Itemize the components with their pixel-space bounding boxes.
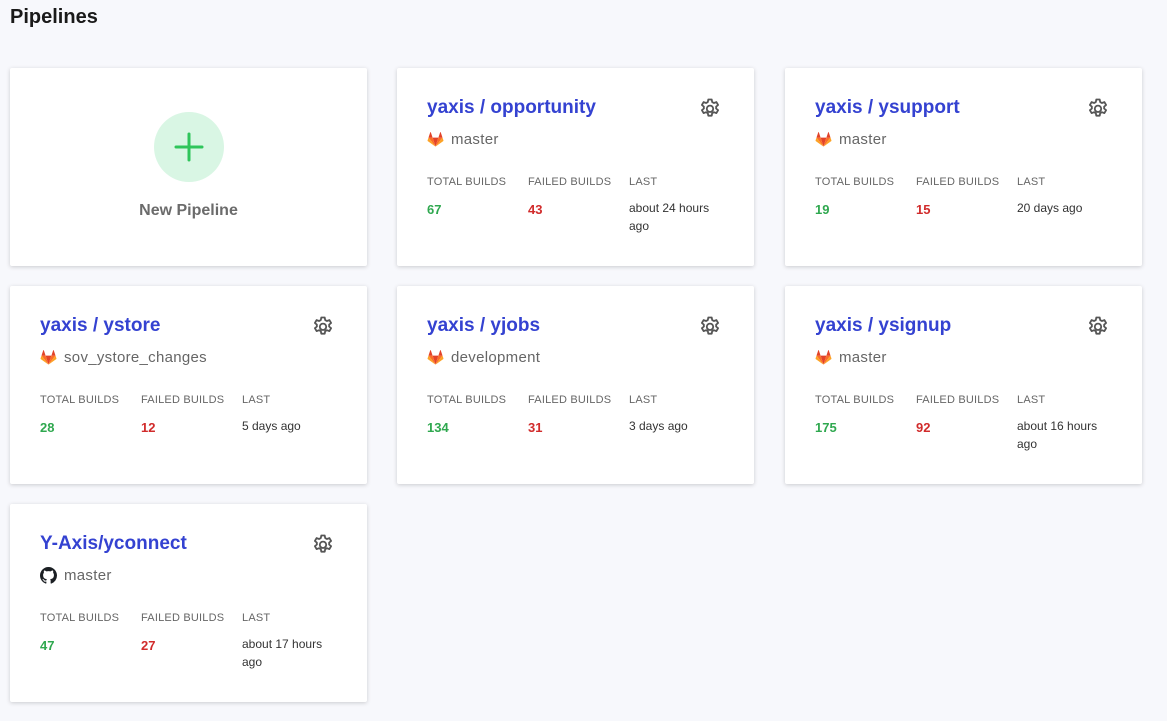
last-build-time: 20 days ago bbox=[1017, 201, 1083, 215]
pipeline-card-ysignup: yaxis / ysignup master TOTAL BUILDS FAIL… bbox=[785, 286, 1142, 484]
page-title: Pipelines bbox=[10, 6, 98, 28]
pipeline-title-link[interactable]: yaxis / opportunity bbox=[427, 97, 596, 119]
github-icon bbox=[40, 567, 57, 584]
new-pipeline-label[interactable]: New Pipeline bbox=[10, 202, 367, 220]
total-builds-label: TOTAL BUILDS bbox=[815, 394, 895, 406]
last-label: LAST bbox=[1017, 394, 1046, 406]
branch-name: master bbox=[64, 567, 112, 584]
total-builds-label: TOTAL BUILDS bbox=[427, 176, 507, 188]
pipeline-title-link[interactable]: yaxis / ysignup bbox=[815, 315, 951, 337]
pipeline-title-link[interactable]: yaxis / ysupport bbox=[815, 97, 960, 119]
total-builds-label: TOTAL BUILDS bbox=[427, 394, 507, 406]
gitlab-icon bbox=[427, 349, 444, 366]
pipeline-card-ysupport: yaxis / ysupport master TOTAL BUILDS FAI… bbox=[785, 68, 1142, 266]
gear-icon[interactable] bbox=[1086, 315, 1110, 339]
last-build-time: about 16 hours ago bbox=[1017, 419, 1098, 451]
last-build-time: about 24 hours ago bbox=[629, 201, 710, 233]
total-builds-label: TOTAL BUILDS bbox=[40, 394, 120, 406]
failed-builds-label: FAILED BUILDS bbox=[528, 176, 612, 188]
branch-name: master bbox=[839, 349, 887, 366]
total-builds-value: 67 bbox=[427, 202, 442, 217]
branch-row: development bbox=[427, 349, 540, 366]
gitlab-icon bbox=[427, 131, 444, 148]
pipeline-card-yjobs: yaxis / yjobs development TOTAL BUILDS F… bbox=[397, 286, 754, 484]
gear-icon[interactable] bbox=[311, 315, 335, 339]
failed-builds-label: FAILED BUILDS bbox=[916, 394, 1000, 406]
failed-builds-label: FAILED BUILDS bbox=[141, 612, 225, 624]
last-build-time: 3 days ago bbox=[629, 419, 688, 433]
total-builds-value: 28 bbox=[40, 420, 55, 435]
gear-icon[interactable] bbox=[1086, 97, 1110, 121]
branch-row: master bbox=[427, 131, 499, 148]
last-label: LAST bbox=[629, 394, 658, 406]
gear-icon[interactable] bbox=[311, 533, 335, 557]
pipeline-title-link[interactable]: yaxis / yjobs bbox=[427, 315, 540, 337]
failed-builds-label: FAILED BUILDS bbox=[141, 394, 225, 406]
branch-row: sov_ystore_changes bbox=[40, 349, 207, 366]
failed-builds-value: 12 bbox=[141, 420, 156, 435]
failed-builds-value: 43 bbox=[528, 202, 543, 217]
gitlab-icon bbox=[815, 131, 832, 148]
failed-builds-value: 15 bbox=[916, 202, 931, 217]
total-builds-value: 175 bbox=[815, 420, 837, 435]
branch-name: development bbox=[451, 349, 541, 366]
gitlab-icon bbox=[40, 349, 57, 366]
pipeline-title-link[interactable]: Y-Axis/yconnect bbox=[40, 533, 187, 555]
total-builds-label: TOTAL BUILDS bbox=[40, 612, 120, 624]
branch-name: master bbox=[451, 131, 499, 148]
pipeline-card-ystore: yaxis / ystore sov_ystore_changes TOTAL … bbox=[10, 286, 367, 484]
last-label: LAST bbox=[242, 394, 271, 406]
branch-row: master bbox=[815, 349, 887, 366]
gear-icon[interactable] bbox=[698, 97, 722, 121]
plus-icon[interactable] bbox=[154, 112, 224, 182]
total-builds-value: 19 bbox=[815, 202, 830, 217]
branch-name: sov_ystore_changes bbox=[64, 349, 207, 366]
gitlab-icon bbox=[815, 349, 832, 366]
failed-builds-label: FAILED BUILDS bbox=[916, 176, 1000, 188]
pipelines-page: Pipelines New Pipeline yaxis / opportuni… bbox=[0, 0, 1167, 721]
failed-builds-label: FAILED BUILDS bbox=[528, 394, 612, 406]
pipeline-title-link[interactable]: yaxis / ystore bbox=[40, 315, 160, 337]
failed-builds-value: 27 bbox=[141, 638, 156, 653]
branch-row: master bbox=[40, 567, 112, 584]
branch-row: master bbox=[815, 131, 887, 148]
total-builds-value: 134 bbox=[427, 420, 449, 435]
new-pipeline-card[interactable]: New Pipeline bbox=[10, 68, 367, 266]
gear-icon[interactable] bbox=[698, 315, 722, 339]
last-label: LAST bbox=[242, 612, 271, 624]
last-build-time: about 17 hours ago bbox=[242, 637, 323, 669]
last-label: LAST bbox=[629, 176, 658, 188]
last-label: LAST bbox=[1017, 176, 1046, 188]
failed-builds-value: 31 bbox=[528, 420, 543, 435]
last-build-time: 5 days ago bbox=[242, 419, 301, 433]
failed-builds-value: 92 bbox=[916, 420, 931, 435]
branch-name: master bbox=[839, 131, 887, 148]
pipeline-card-opportunity: yaxis / opportunity master TOTAL BUILDS … bbox=[397, 68, 754, 266]
total-builds-label: TOTAL BUILDS bbox=[815, 176, 895, 188]
total-builds-value: 47 bbox=[40, 638, 55, 653]
pipeline-card-yconnect: Y-Axis/yconnect master TOTAL BUILDS FAIL… bbox=[10, 504, 367, 702]
